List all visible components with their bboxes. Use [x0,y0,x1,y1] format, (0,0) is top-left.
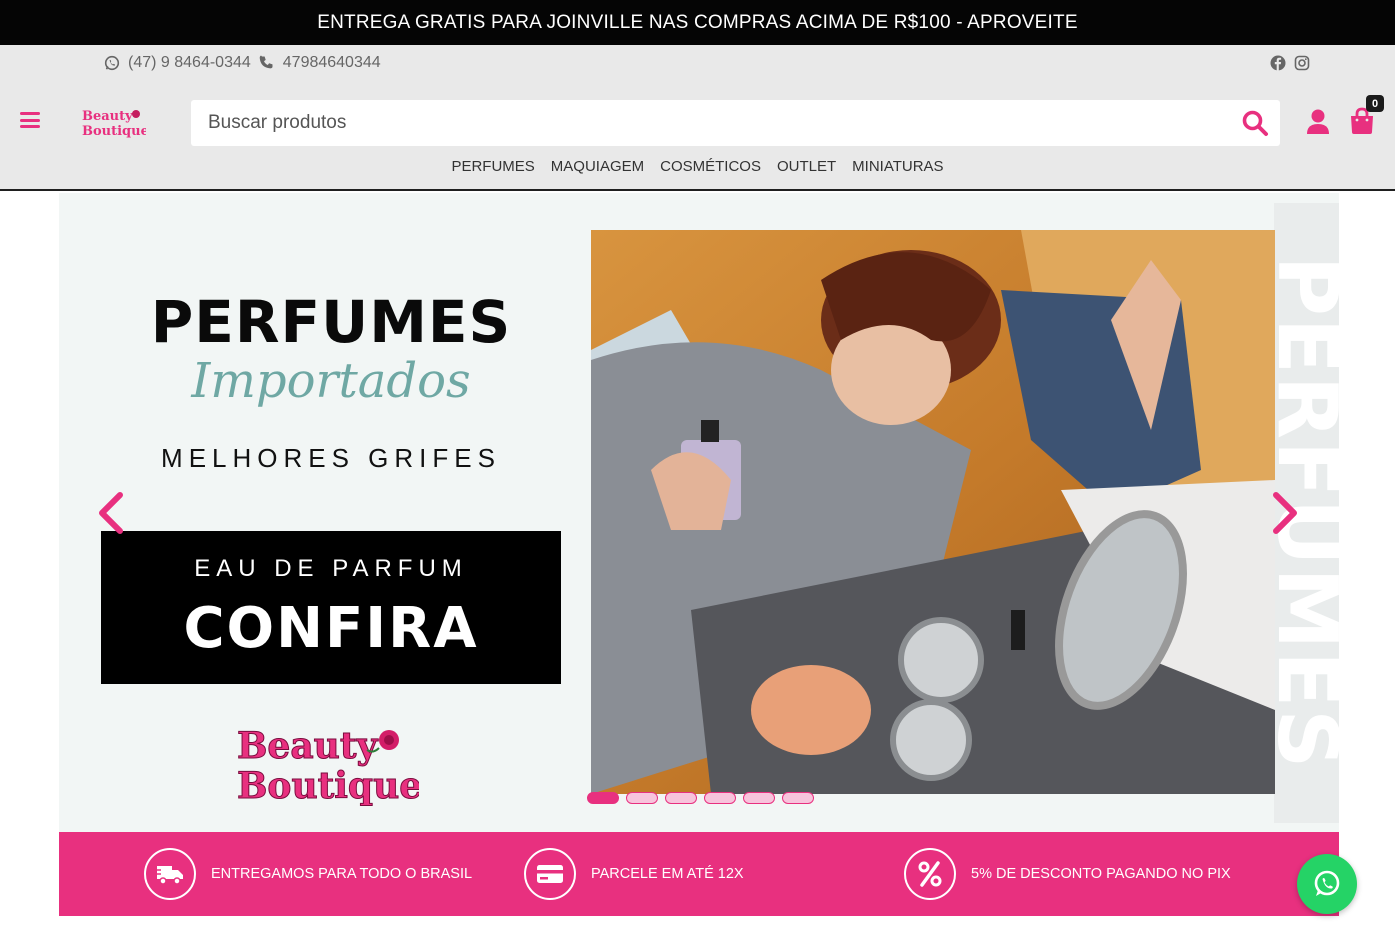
cart-count-badge: 0 [1366,95,1384,112]
feature-pix-label: 5% DE DESCONTO PAGANDO NO PIX [971,866,1231,882]
feature-installments-label: PARCELE EM ATÉ 12X [591,866,744,882]
slider-dot[interactable] [587,792,619,804]
slider-dot[interactable] [665,792,697,804]
whatsapp-chat-button[interactable] [1297,854,1357,914]
feature-pix-discount: 5% DE DESCONTO PAGANDO NO PIX [904,848,1231,900]
slider-next-button[interactable] [1271,491,1301,535]
whatsapp-number[interactable]: (47) 9 8464-0344 [128,54,251,72]
nav-item-maquiagem[interactable]: MAQUIAGEM [551,158,644,175]
announcement-text: ENTREGA GRATIS PARA JOINVILLE NAS COMPRA… [317,11,1078,33]
slide-brand-logo: Beauty Boutique [237,725,420,808]
slider-dot[interactable] [782,792,814,804]
slider-pagination [587,792,814,804]
announcement-bar: ENTREGA GRATIS PARA JOINVILLE NAS COMPRA… [0,0,1395,45]
slide-script-text: Importados [191,353,471,409]
svg-text:Boutique: Boutique [237,765,419,807]
search-button[interactable] [1230,100,1280,146]
slide-title: PERFUMES [150,288,512,356]
features-bar: ENTREGAMOS PARA TODO O BRASIL PARCELE EM… [59,832,1339,916]
hamburger-icon [20,112,40,115]
rose-icon [132,110,140,118]
site-header: (47) 9 8464-0344 47984640344 Beauty Bout… [0,45,1395,191]
menu-toggle-button[interactable] [20,112,40,128]
user-account-icon[interactable] [1306,109,1330,135]
percent-icon [904,848,956,900]
social-links [1270,55,1310,71]
phone-icon [259,55,273,69]
main-nav: PERFUMES MAQUIAGEM COSMÉTICOS OUTLET MIN… [0,158,1395,175]
slider-dot[interactable] [743,792,775,804]
cta-button-text: CONFIRA [183,596,479,661]
facebook-icon[interactable] [1270,55,1286,71]
feature-installments: PARCELE EM ATÉ 12X [524,848,744,900]
credit-card-icon [524,848,576,900]
slide-subtitle: MELHORES GRIFES [161,443,501,473]
slider-dot[interactable] [704,792,736,804]
search-icon [1242,110,1268,136]
cta-banner[interactable]: EAU DE PARFUM CONFIRA [101,531,561,684]
nav-item-miniaturas[interactable]: MINIATURAS [852,158,943,175]
logo-line1: Beauty [82,109,133,124]
hero-slider[interactable]: PERFUMES PERFUMES Importados MELHORES GR… [59,193,1339,832]
feature-shipping-label: ENTREGAMOS PARA TODO O BRASIL [211,866,473,882]
search-bar [191,100,1280,146]
contact-info: (47) 9 8464-0344 47984640344 [104,54,381,72]
phone-number[interactable]: 47984640344 [283,54,381,72]
hero-photo [591,230,1275,794]
feature-shipping: ENTREGAMOS PARA TODO O BRASIL [144,848,472,900]
whatsapp-icon [1314,870,1340,896]
whatsapp-icon [104,55,120,71]
slider-prev-button[interactable] [95,491,125,535]
svg-text:Beauty: Beauty [237,725,378,767]
cta-small-text: EAU DE PARFUM [194,555,468,582]
search-input[interactable] [191,100,1230,146]
nav-item-outlet[interactable]: OUTLET [777,158,836,175]
site-logo[interactable]: Beauty Boutique [80,105,146,139]
nav-item-cosmeticos[interactable]: COSMÉTICOS [660,158,761,175]
nav-item-perfumes[interactable]: PERFUMES [451,158,534,175]
logo-line2: Boutique [82,124,146,139]
instagram-icon[interactable] [1294,55,1310,71]
slider-dot[interactable] [626,792,658,804]
truck-icon [144,848,196,900]
